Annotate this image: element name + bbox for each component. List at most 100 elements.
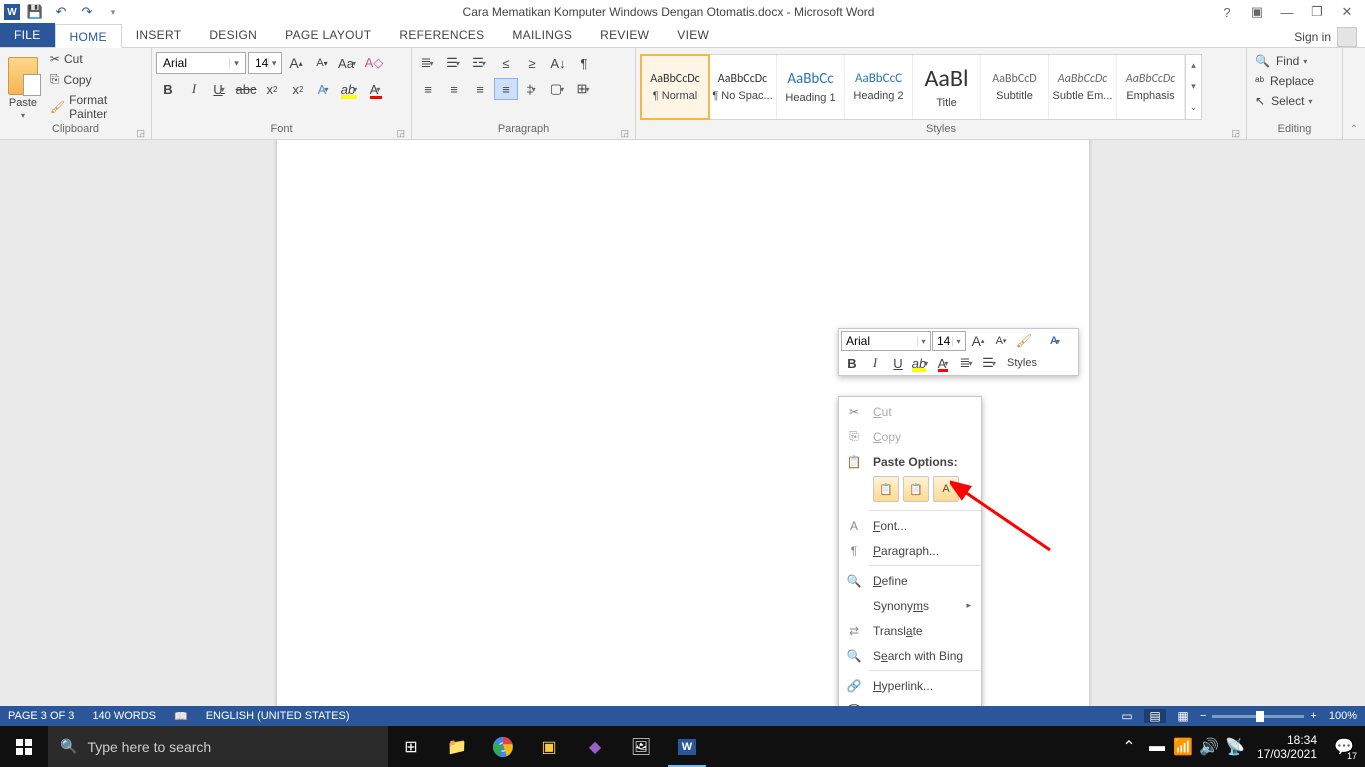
mini-bold[interactable]: B (841, 353, 863, 373)
mini-bullets[interactable]: ≣▾ (956, 353, 978, 373)
minimize-icon[interactable]: — (1273, 5, 1301, 20)
tab-design[interactable]: DESIGN (195, 23, 271, 47)
redo-icon[interactable]: ↷ (76, 4, 98, 20)
style-item-subtle-em---[interactable]: AaBbCcDcSubtle Em... (1049, 55, 1117, 119)
mini-styles-label[interactable]: Styles (1002, 353, 1042, 373)
mini-shrink-font[interactable]: A▾ (990, 331, 1012, 351)
borders-button[interactable]: ⊞▾ (572, 78, 596, 100)
cut-button[interactable]: ✂Cut (46, 50, 147, 68)
increase-indent-button[interactable]: ≥ (520, 52, 544, 74)
zoom-level[interactable]: 100% (1329, 710, 1357, 722)
bold-button[interactable]: B (156, 78, 180, 100)
tab-review[interactable]: REVIEW (586, 23, 663, 47)
paragraph-launcher[interactable]: ◲ (620, 128, 629, 139)
ribbon-display-icon[interactable]: ▣ (1243, 4, 1271, 20)
style-item-emphasis[interactable]: AaBbCcDcEmphasis (1117, 55, 1185, 119)
style-scroll-down[interactable]: ▾ (1186, 76, 1201, 97)
mini-styles-button[interactable]: A▾ (1036, 331, 1076, 351)
shrink-font-icon[interactable]: A▾ (310, 52, 334, 74)
notifications-icon[interactable]: 💬17 (1327, 726, 1361, 767)
numbering-button[interactable]: ☰▾ (442, 52, 466, 74)
taskbar-search[interactable]: 🔍 Type here to search (48, 726, 388, 767)
select-button[interactable]: ↖Select▾ (1251, 92, 1318, 110)
style-item-heading-1[interactable]: AaBbCcHeading 1 (777, 55, 845, 119)
style-expand[interactable]: ⌄ (1186, 97, 1201, 118)
start-button[interactable] (0, 726, 48, 767)
paste-keep-source[interactable]: 📋 (873, 476, 899, 502)
restore-icon[interactable]: ❐ (1303, 4, 1331, 20)
zoom-in[interactable]: + (1310, 710, 1316, 722)
bullets-button[interactable]: ≣▾ (416, 52, 440, 74)
tray-wifi-icon[interactable]: 📡 (1223, 726, 1247, 767)
highlight-button[interactable]: ab▾ (338, 78, 362, 100)
multilevel-button[interactable]: ☲▾ (468, 52, 492, 74)
subscript-button[interactable]: x2 (260, 78, 284, 100)
signin-area[interactable]: Sign in (1294, 27, 1365, 47)
clear-format-icon[interactable]: A◇ (362, 52, 386, 74)
align-center-button[interactable]: ≡ (442, 78, 466, 100)
ctx-paragraph[interactable]: ¶Paragraph... (839, 538, 981, 563)
font-color-button[interactable]: A▾ (364, 78, 388, 100)
ctx-copy[interactable]: ⎘Copy (839, 424, 981, 449)
superscript-button[interactable]: x2 (286, 78, 310, 100)
document-area[interactable] (0, 140, 1365, 706)
visual-studio-icon[interactable]: ◆ (572, 726, 618, 767)
tab-file[interactable]: FILE (0, 23, 55, 47)
view-print-layout[interactable]: ▤ (1144, 709, 1166, 723)
ctx-cut[interactable]: ✂Cut (839, 399, 981, 424)
font-launcher[interactable]: ◲ (396, 128, 405, 139)
clipboard-launcher[interactable]: ◲ (136, 128, 145, 139)
paste-button[interactable]: Paste ▾ (4, 54, 42, 120)
tab-home[interactable]: HOME (55, 24, 122, 48)
zoom-slider[interactable] (1212, 715, 1304, 718)
mini-numbering[interactable]: ☰▾ (979, 353, 1001, 373)
view-read-mode[interactable]: ▭ (1116, 709, 1138, 723)
format-painter-button[interactable]: 🖌Format Painter (46, 91, 147, 123)
show-marks-button[interactable]: ¶ (572, 52, 596, 74)
mini-size-combo[interactable]: 14▾ (932, 331, 966, 351)
replace-button[interactable]: ᵃᵇReplace (1251, 72, 1318, 90)
tab-insert[interactable]: INSERT (122, 23, 196, 47)
tray-overflow-icon[interactable]: ⌃ (1115, 726, 1143, 767)
tab-page-layout[interactable]: PAGE LAYOUT (271, 23, 385, 47)
mini-font-color[interactable]: A▾ (933, 353, 955, 373)
ctx-synonyms[interactable]: Synonyms▸ (839, 593, 981, 618)
line-spacing-button[interactable]: ‡▾ (520, 78, 544, 100)
chrome-icon[interactable] (480, 726, 526, 767)
mini-underline[interactable]: U (887, 353, 909, 373)
tab-references[interactable]: REFERENCES (385, 23, 498, 47)
mini-highlight[interactable]: ab▾ (910, 353, 932, 373)
zoom-out[interactable]: − (1200, 710, 1206, 722)
tab-view[interactable]: VIEW (663, 23, 723, 47)
style-item---no-spac---[interactable]: AaBbCcDc¶ No Spac... (709, 55, 777, 119)
align-left-button[interactable]: ≡ (416, 78, 440, 100)
style-item-title[interactable]: AaBlTitle (913, 55, 981, 119)
strike-button[interactable]: abc (234, 78, 258, 100)
status-words[interactable]: 140 WORDS (92, 710, 156, 722)
help-icon[interactable]: ? (1213, 5, 1241, 20)
style-item---normal[interactable]: AaBbCcDc¶ Normal (641, 55, 709, 119)
mini-format-painter[interactable]: 🖌 (1013, 331, 1035, 351)
ctx-search-bing[interactable]: 🔍Search with Bing (839, 643, 981, 668)
mini-grow-font[interactable]: A▴ (967, 331, 989, 351)
mini-font-combo[interactable]: Arial▾ (841, 331, 931, 351)
shading-button[interactable]: ▢▾ (546, 78, 570, 100)
tray-clock[interactable]: 18:34 17/03/2021 (1249, 733, 1325, 761)
styles-launcher[interactable]: ◲ (1231, 128, 1240, 139)
ctx-translate[interactable]: ⇄Translate (839, 618, 981, 643)
ctx-font[interactable]: AFont... (839, 513, 981, 538)
decrease-indent-button[interactable]: ≤ (494, 52, 518, 74)
copy-button[interactable]: ⎘Copy (46, 70, 147, 89)
undo-icon[interactable]: ↶ (50, 4, 72, 20)
grow-font-icon[interactable]: A▴ (284, 52, 308, 74)
app-icon-yellow[interactable]: ▣ (526, 726, 572, 767)
tray-volume-icon[interactable]: 🔊 (1197, 726, 1221, 767)
sort-button[interactable]: A↓ (546, 52, 570, 74)
find-button[interactable]: 🔍Find▾ (1251, 52, 1313, 70)
align-right-button[interactable]: ≡ (468, 78, 492, 100)
style-item-heading-2[interactable]: AaBbCcCHeading 2 (845, 55, 913, 119)
app-icon-image[interactable]: 🖼 (618, 726, 664, 767)
status-language[interactable]: ENGLISH (UNITED STATES) (206, 710, 350, 722)
tray-battery-icon[interactable]: ▬ (1145, 726, 1169, 767)
paste-merge[interactable]: 📋 (903, 476, 929, 502)
